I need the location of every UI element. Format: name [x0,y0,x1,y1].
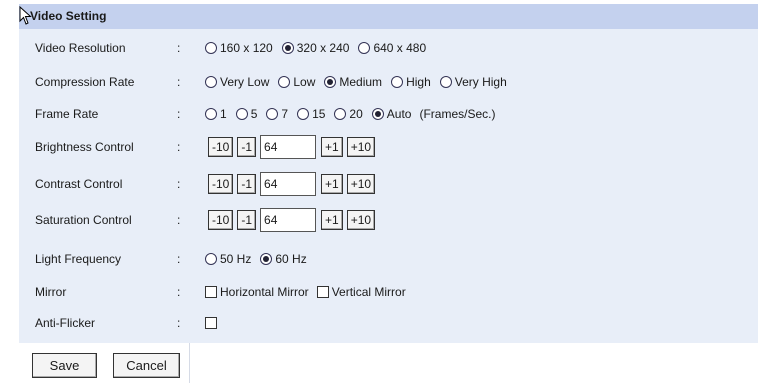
colon: : [177,75,181,89]
frame-rate-option-7[interactable]: 7 [266,107,288,121]
radio-selected-icon[interactable] [281,42,294,54]
light-frequency-option-50hz[interactable]: 50 Hz [205,252,251,266]
colon: : [177,177,181,191]
frame-rate-option-5[interactable]: 5 [235,107,257,121]
compression-option-medium[interactable]: Medium [324,75,382,89]
colon: : [177,285,181,299]
anti-flicker-label: Anti-Flicker [35,316,96,330]
mirror-row: Mirror : Horizontal Mirror Vertical Mirr… [19,282,758,302]
radio-icon[interactable] [439,76,452,88]
compression-option-very-low[interactable]: Very Low [205,75,269,89]
video-resolution-label: Video Resolution [35,41,126,55]
mouse-cursor-icon [19,6,32,25]
light-frequency-row: Light Frequency : 50 Hz 60 Hz [19,249,758,269]
radio-icon[interactable] [205,253,217,265]
resolution-option-320x240[interactable]: 320 x 240 [281,41,349,55]
colon: : [177,316,181,330]
brightness-plus10-button[interactable]: +10 [346,137,376,157]
contrast-minus10-button[interactable]: -10 [208,174,234,194]
section-header: Video Setting [19,4,758,29]
brightness-plus1-button[interactable]: +1 [321,137,343,157]
frame-rate-option-15[interactable]: 15 [297,107,325,121]
radio-icon[interactable] [205,42,217,54]
section-title: Video Setting [30,9,107,23]
radio-selected-icon[interactable] [324,76,337,88]
contrast-minus1-button[interactable]: -1 [237,174,257,194]
brightness-value-input[interactable]: 64 [260,135,317,159]
frame-rate-row: Frame Rate : 1 5 7 15 20 Auto (Frames/Se… [19,104,758,124]
contrast-label: Contrast Control [35,177,123,191]
contrast-row: Contrast Control : -10 -1 64 +1 +10 [19,172,758,196]
video-resolution-row: Video Resolution : 160 x 120 320 x 240 6… [19,38,758,58]
light-frequency-label: Light Frequency [35,252,122,266]
brightness-minus1-button[interactable]: -1 [237,137,257,157]
colon: : [177,140,181,154]
divider [189,343,190,383]
saturation-value-input[interactable]: 64 [260,208,317,232]
saturation-plus1-button[interactable]: +1 [321,210,343,230]
saturation-minus10-button[interactable]: -10 [208,210,234,230]
saturation-row: Saturation Control : -10 -1 64 +1 +10 [19,208,758,232]
light-frequency-option-60hz[interactable]: 60 Hz [260,252,307,266]
compression-rate-row: Compression Rate : Very Low Low Medium H… [19,72,758,92]
colon: : [177,252,181,266]
frame-rate-unit: (Frames/Sec.) [419,107,496,121]
radio-icon[interactable] [205,108,217,120]
brightness-label: Brightness Control [35,140,134,154]
contrast-value-input[interactable]: 64 [260,172,317,196]
frame-rate-option-1[interactable]: 1 [205,107,227,121]
colon: : [177,213,181,227]
radio-icon[interactable] [235,108,248,120]
vertical-mirror-checkbox[interactable] [316,286,329,298]
brightness-minus10-button[interactable]: -10 [208,137,234,157]
cancel-button[interactable]: Cancel [113,353,180,378]
resolution-option-160x120[interactable]: 160 x 120 [205,41,273,55]
contrast-plus10-button[interactable]: +10 [346,174,376,194]
radio-icon[interactable] [266,108,279,120]
radio-selected-icon[interactable] [371,108,384,120]
frame-rate-option-auto[interactable]: Auto [371,107,411,121]
radio-icon[interactable] [297,108,310,120]
radio-icon[interactable] [391,76,404,88]
compression-rate-label: Compression Rate [35,75,135,89]
brightness-row: Brightness Control : -10 -1 64 +1 +10 [19,135,758,159]
radio-icon[interactable] [334,108,347,120]
colon: : [177,107,181,121]
save-button[interactable]: Save [32,353,97,378]
colon: : [177,41,181,55]
vertical-mirror-option[interactable]: Vertical Mirror [316,285,406,299]
frame-rate-label: Frame Rate [35,107,99,121]
radio-icon[interactable] [278,76,291,88]
compression-option-very-high[interactable]: Very High [439,75,507,89]
anti-flicker-row: Anti-Flicker : [19,313,758,333]
frame-rate-option-20[interactable]: 20 [334,107,363,121]
horizontal-mirror-checkbox[interactable] [205,286,217,298]
radio-icon[interactable] [358,42,371,54]
saturation-label: Saturation Control [35,213,132,227]
radio-selected-icon[interactable] [260,253,273,265]
mirror-label: Mirror [35,285,67,299]
saturation-minus1-button[interactable]: -1 [237,210,257,230]
radio-icon[interactable] [205,76,217,88]
compression-option-low[interactable]: Low [278,75,315,89]
compression-option-high[interactable]: High [391,75,431,89]
horizontal-mirror-option[interactable]: Horizontal Mirror [205,285,309,299]
resolution-option-640x480[interactable]: 640 x 480 [358,41,426,55]
contrast-plus1-button[interactable]: +1 [321,174,343,194]
anti-flicker-checkbox[interactable] [205,317,217,329]
saturation-plus10-button[interactable]: +10 [346,210,376,230]
